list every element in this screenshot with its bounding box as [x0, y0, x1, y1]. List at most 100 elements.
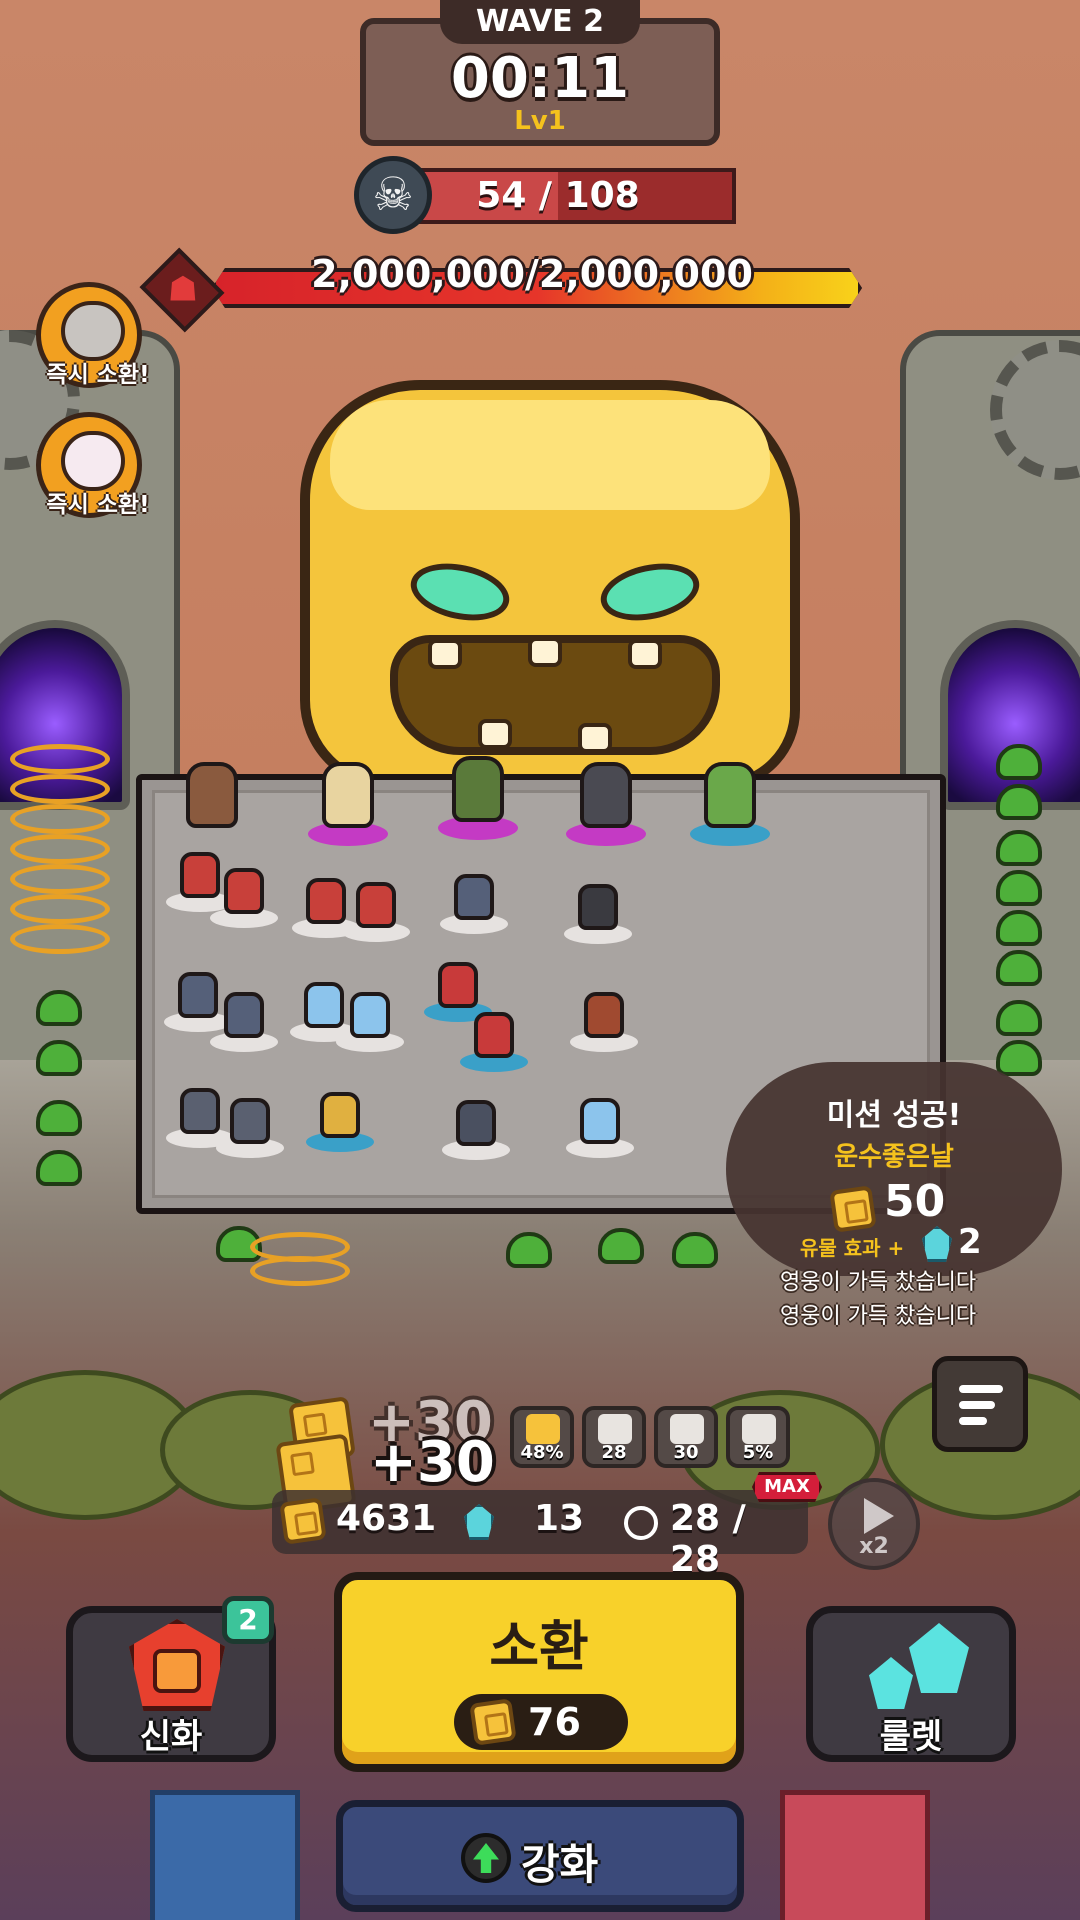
right-portal: [940, 620, 1080, 810]
mission-title: 미션 성공!: [826, 1098, 962, 1133]
hero-knight[interactable]: [440, 862, 508, 934]
coil-effect: [10, 864, 110, 894]
kill-progress-bar: 54 / 108: [380, 168, 736, 224]
upgrade-button[interactable]: 강화: [336, 1800, 744, 1912]
stat-attack-speed[interactable]: 28: [582, 1406, 646, 1468]
hero-body: [578, 884, 618, 930]
log-line: 영웅이 가득 찼습니다: [780, 1304, 977, 1329]
slime-enemy: [996, 870, 1042, 906]
floating-gain: +30: [370, 1430, 495, 1495]
attack-speed-icon: [598, 1414, 632, 1444]
hero-body: [580, 1098, 620, 1144]
arrow-up-icon: [461, 1833, 511, 1883]
boss-drip: [330, 400, 770, 510]
myth-label: 신화: [139, 1717, 203, 1757]
menu-icon-line: [959, 1417, 987, 1425]
gold-amount: 4631: [336, 1498, 437, 1539]
coil-effect: [250, 1256, 350, 1286]
hero-knight[interactable]: [210, 980, 278, 1052]
myth-count-badge: 2: [222, 1596, 274, 1644]
slime-enemy: [996, 784, 1042, 820]
hero-red-hair[interactable]: [342, 870, 410, 942]
stat-power[interactable]: 30: [654, 1406, 718, 1468]
gem-icon: [464, 1504, 494, 1540]
boss-eye-right: [595, 555, 705, 629]
wave-timer: 00:11: [450, 46, 630, 111]
speed-label: x2: [859, 1534, 889, 1559]
hero-robot[interactable]: [566, 762, 646, 852]
coil-effect: [10, 834, 110, 864]
stat-crit[interactable]: 5%: [726, 1406, 790, 1468]
hero-body: [224, 992, 264, 1038]
hero-tank[interactable]: [564, 872, 632, 944]
stat-gold-buff[interactable]: 48%: [510, 1406, 574, 1468]
hero-ghost[interactable]: [336, 980, 404, 1052]
summon-label: 소환: [489, 1615, 589, 1678]
instant-summon-vehicle-button[interactable]: 즉시 소환!: [36, 282, 150, 388]
menu-button[interactable]: [932, 1356, 1028, 1452]
stat-value: 30: [673, 1442, 699, 1463]
log-line: 영웅이 가득 찼습니다: [780, 1270, 977, 1295]
hero-soldier[interactable]: [216, 1086, 284, 1158]
hero-body: [580, 762, 632, 828]
crit-icon: [742, 1414, 776, 1444]
boss-slime[interactable]: [300, 380, 800, 790]
hero-mage[interactable]: [306, 1080, 374, 1152]
upgrade-label: 강화: [521, 1840, 599, 1889]
hero-ghost[interactable]: [566, 1086, 634, 1158]
banner-decoration: [150, 1790, 300, 1920]
gold-icon: [829, 1185, 877, 1233]
boss-eye-left: [405, 555, 515, 629]
hero-archer[interactable]: [690, 762, 770, 852]
mission-name: 운수좋은날: [834, 1142, 954, 1172]
hero-treant[interactable]: [438, 756, 518, 846]
coil-effect: [10, 924, 110, 954]
hero-swordsman[interactable]: [570, 980, 638, 1052]
hero-goat[interactable]: [308, 762, 388, 852]
slime-enemy: [996, 744, 1042, 780]
hero-devil[interactable]: [460, 1000, 528, 1072]
max-badge: MAX: [752, 1472, 822, 1502]
banner-decoration: [780, 1790, 930, 1920]
boss-hp-text: 2,000,000/2,000,000: [311, 252, 753, 296]
hero-body: [474, 1012, 514, 1058]
gem-icon: [869, 1657, 913, 1709]
hero-count: 28 / 28: [670, 1498, 746, 1580]
hero-ninja[interactable]: [442, 1088, 510, 1160]
slime-enemy: [996, 1040, 1042, 1076]
instant-summon-cat-button[interactable]: 즉시 소환!: [36, 412, 150, 518]
boss-tooth: [628, 639, 662, 669]
slime-enemy: [36, 1150, 82, 1186]
hero-body: [178, 972, 218, 1018]
gold-icon: [279, 1497, 327, 1545]
relic-effect-label: 유물 효과 +: [800, 1236, 905, 1260]
mission-reward-gold: 50: [884, 1176, 946, 1227]
hero-body: [350, 992, 390, 1038]
menu-icon-line: [959, 1385, 1003, 1393]
vehicle-hero-icon: [61, 301, 125, 361]
hero-body: [322, 762, 374, 828]
relic-effect-gems: 2: [958, 1222, 982, 1262]
slime-enemy: [996, 1000, 1042, 1036]
cat-hero-icon: [61, 431, 125, 491]
hero-red-hair[interactable]: [210, 856, 278, 928]
hero-body: [320, 1092, 360, 1138]
slime-enemy: [36, 990, 82, 1026]
stat-value: 48%: [520, 1442, 564, 1463]
summon-button[interactable]: 소환 76: [334, 1572, 744, 1772]
hero-body: [704, 762, 756, 828]
roulette-button[interactable]: 룰렛: [806, 1606, 1016, 1762]
wave-label: WAVE 2: [440, 0, 640, 44]
coil-effect: [10, 744, 110, 774]
hero-body: [454, 874, 494, 920]
boss-tooth: [578, 723, 612, 753]
hero-body: [186, 762, 238, 828]
hero-body: [230, 1098, 270, 1144]
hero-warrior[interactable]: [172, 762, 252, 852]
slime-enemy: [598, 1228, 644, 1264]
speed-toggle-button[interactable]: x2: [828, 1478, 920, 1570]
slime-enemy: [996, 910, 1042, 946]
slime-enemy: [996, 950, 1042, 986]
slime-enemy: [506, 1232, 552, 1268]
gold-icon: [469, 1698, 517, 1746]
